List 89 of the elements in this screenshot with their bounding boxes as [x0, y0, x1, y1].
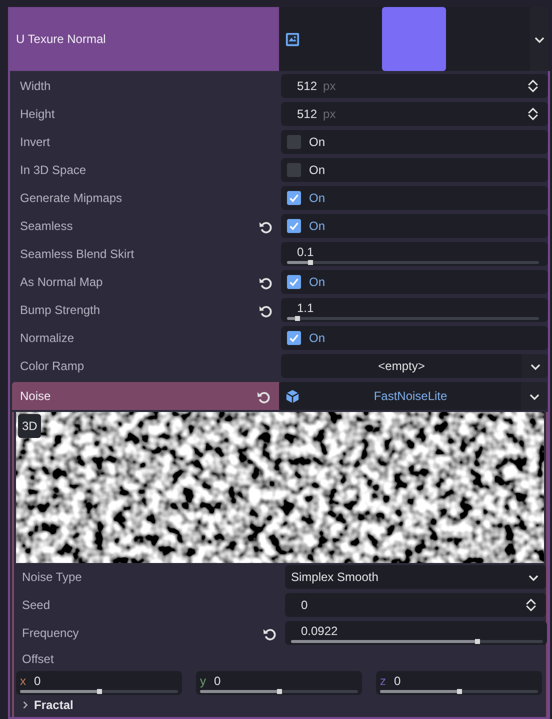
property-label: Seamless Blend Skirt [20, 246, 134, 263]
field-value: 512 [297, 78, 318, 95]
slider-field[interactable]: 1.1 [281, 298, 548, 322]
image-icon [285, 32, 300, 46]
resource-picker[interactable]: FastNoiseLite [279, 382, 547, 410]
view-mode-badge[interactable]: 3D [18, 414, 42, 438]
resource-label: Noise [20, 388, 51, 405]
resource-value: FastNoiseLite [372, 388, 448, 405]
field-value: 0 [394, 674, 401, 688]
slider-thumb[interactable] [475, 638, 480, 644]
slider-track[interactable] [287, 316, 539, 320]
texture-picker[interactable] [279, 7, 548, 71]
checkbox[interactable] [287, 219, 301, 233]
field-value: 1.1 [296, 300, 315, 314]
property-label: Height [20, 106, 55, 123]
checkbox[interactable] [287, 163, 301, 177]
unit-label: px [323, 78, 336, 95]
checkbox-field[interactable]: On [281, 158, 548, 182]
unit-label: px [323, 106, 336, 123]
property-label: Normalize [20, 330, 74, 347]
dropdown[interactable]: Simplex Smooth [285, 565, 546, 589]
slider-track[interactable] [20, 690, 178, 692]
section-header[interactable]: Fractal [14, 696, 546, 714]
resource-picker[interactable]: <empty> [281, 354, 548, 378]
number-field[interactable]: 512 px [281, 74, 548, 98]
resource-value: <empty> [377, 358, 426, 375]
parameter-label: U Texure Normal [16, 31, 106, 48]
cube-icon [285, 388, 300, 404]
property-label: Invert [20, 134, 50, 151]
field-value: 0.0922 [300, 624, 339, 638]
checkbox-label: On [309, 190, 326, 207]
checkmark-icon [288, 276, 300, 288]
checkmark-icon [288, 192, 300, 204]
slider-track[interactable] [291, 640, 543, 642]
axis-label: x [20, 674, 26, 688]
checkbox-field[interactable]: On [281, 270, 548, 294]
dropdown-value: Simplex Smooth [291, 569, 380, 586]
slider-thumb[interactable] [277, 688, 282, 694]
slider-field[interactable]: 0.1 [281, 242, 548, 266]
property-label: Bump Strength [20, 302, 100, 319]
property-label: Offset [22, 651, 54, 668]
checkbox-field[interactable]: On [281, 326, 548, 350]
property-label: Seamless [20, 218, 73, 235]
property-label: Noise Type [22, 569, 82, 586]
vector-component-field[interactable]: x 0 [16, 671, 182, 695]
slider-field[interactable]: 0.0922 [285, 621, 547, 645]
property-label: As Normal Map [20, 274, 103, 291]
checkbox-label: On [309, 162, 326, 179]
property-label: Seed [22, 597, 50, 614]
checkbox-field[interactable]: On [281, 214, 548, 238]
checkbox-label: On [309, 274, 326, 291]
spin-arrows-icon[interactable] [524, 597, 538, 613]
checkbox[interactable] [287, 275, 301, 289]
checkbox-label: On [309, 134, 326, 151]
spin-arrows-icon[interactable] [526, 106, 540, 122]
checkbox-label: On [309, 218, 326, 235]
field-value: 0 [34, 674, 41, 688]
number-field[interactable]: 0 [285, 593, 546, 617]
checkmark-icon [288, 220, 300, 232]
vector-component-field[interactable]: y 0 [196, 671, 362, 695]
axis-label: y [200, 674, 206, 688]
slider-track[interactable] [380, 690, 538, 692]
spin-arrows-icon[interactable] [526, 78, 540, 94]
axis-label: z [380, 674, 386, 688]
property-label: Frequency [22, 625, 79, 642]
property-label: Color Ramp [20, 358, 84, 375]
field-value: 0 [301, 597, 308, 614]
checkmark-icon [288, 332, 300, 344]
property-label: Width [20, 78, 51, 95]
checkbox[interactable] [287, 191, 301, 205]
checkbox-label: On [309, 330, 326, 347]
slider-thumb[interactable] [308, 260, 313, 264]
slider-thumb[interactable] [295, 316, 300, 320]
checkbox-field[interactable]: On [281, 130, 548, 154]
field-value: 0.1 [296, 244, 315, 258]
slider-thumb[interactable] [97, 688, 102, 694]
checkbox[interactable] [287, 331, 301, 345]
slider-thumb[interactable] [457, 688, 462, 694]
number-field[interactable]: 512 px [281, 102, 548, 126]
checkbox[interactable] [287, 135, 301, 149]
vector-component-field[interactable]: z 0 [376, 671, 542, 695]
slider-track[interactable] [287, 260, 539, 264]
field-value: 0 [214, 674, 221, 688]
texture-thumbnail [382, 7, 446, 71]
slider-track[interactable] [200, 690, 358, 692]
checkbox-field[interactable]: On [281, 186, 548, 210]
field-value: 512 [297, 106, 318, 123]
property-label: Generate Mipmaps [20, 190, 122, 207]
property-label: In 3D Space [20, 162, 86, 179]
